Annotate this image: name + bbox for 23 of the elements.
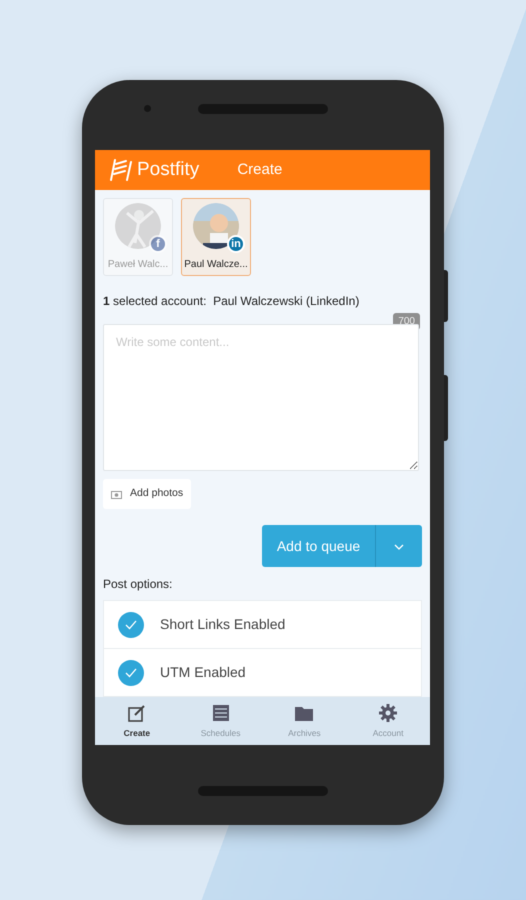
checkbox-icon[interactable]: [118, 612, 144, 638]
account-tile[interactable]: in Paul Walcze...: [181, 198, 251, 276]
selection-summary: 1 selected account: Paul Walczewski (LinkedIn): [103, 293, 360, 310]
account-name: Paweł Walc...: [108, 258, 168, 272]
network-badge: in: [227, 235, 245, 253]
calendar-list-icon: [210, 702, 231, 723]
option-label: Short Links Enabled: [160, 615, 286, 634]
nav-tab[interactable]: Create: [95, 697, 179, 745]
app-logo-text: Postfity: [137, 158, 200, 182]
settings-icon: [378, 702, 398, 723]
option-label: UTM Enabled: [160, 663, 246, 682]
option-row[interactable]: Short Links Enabled: [103, 600, 422, 649]
logo-icon: [107, 158, 133, 182]
add-photos-button[interactable]: Add photos: [103, 479, 192, 509]
network-badge: f: [149, 235, 167, 253]
option-row[interactable]: UTM Enabled: [103, 648, 422, 697]
camera-icon: [111, 490, 122, 499]
checkbox-icon[interactable]: [118, 660, 144, 686]
edit-icon: [126, 702, 147, 723]
section-heading: Post options:: [103, 576, 174, 593]
account-name: Paul Walcze...: [184, 258, 248, 272]
caret-icon: [394, 544, 404, 550]
screen-title: Create: [237, 160, 282, 180]
